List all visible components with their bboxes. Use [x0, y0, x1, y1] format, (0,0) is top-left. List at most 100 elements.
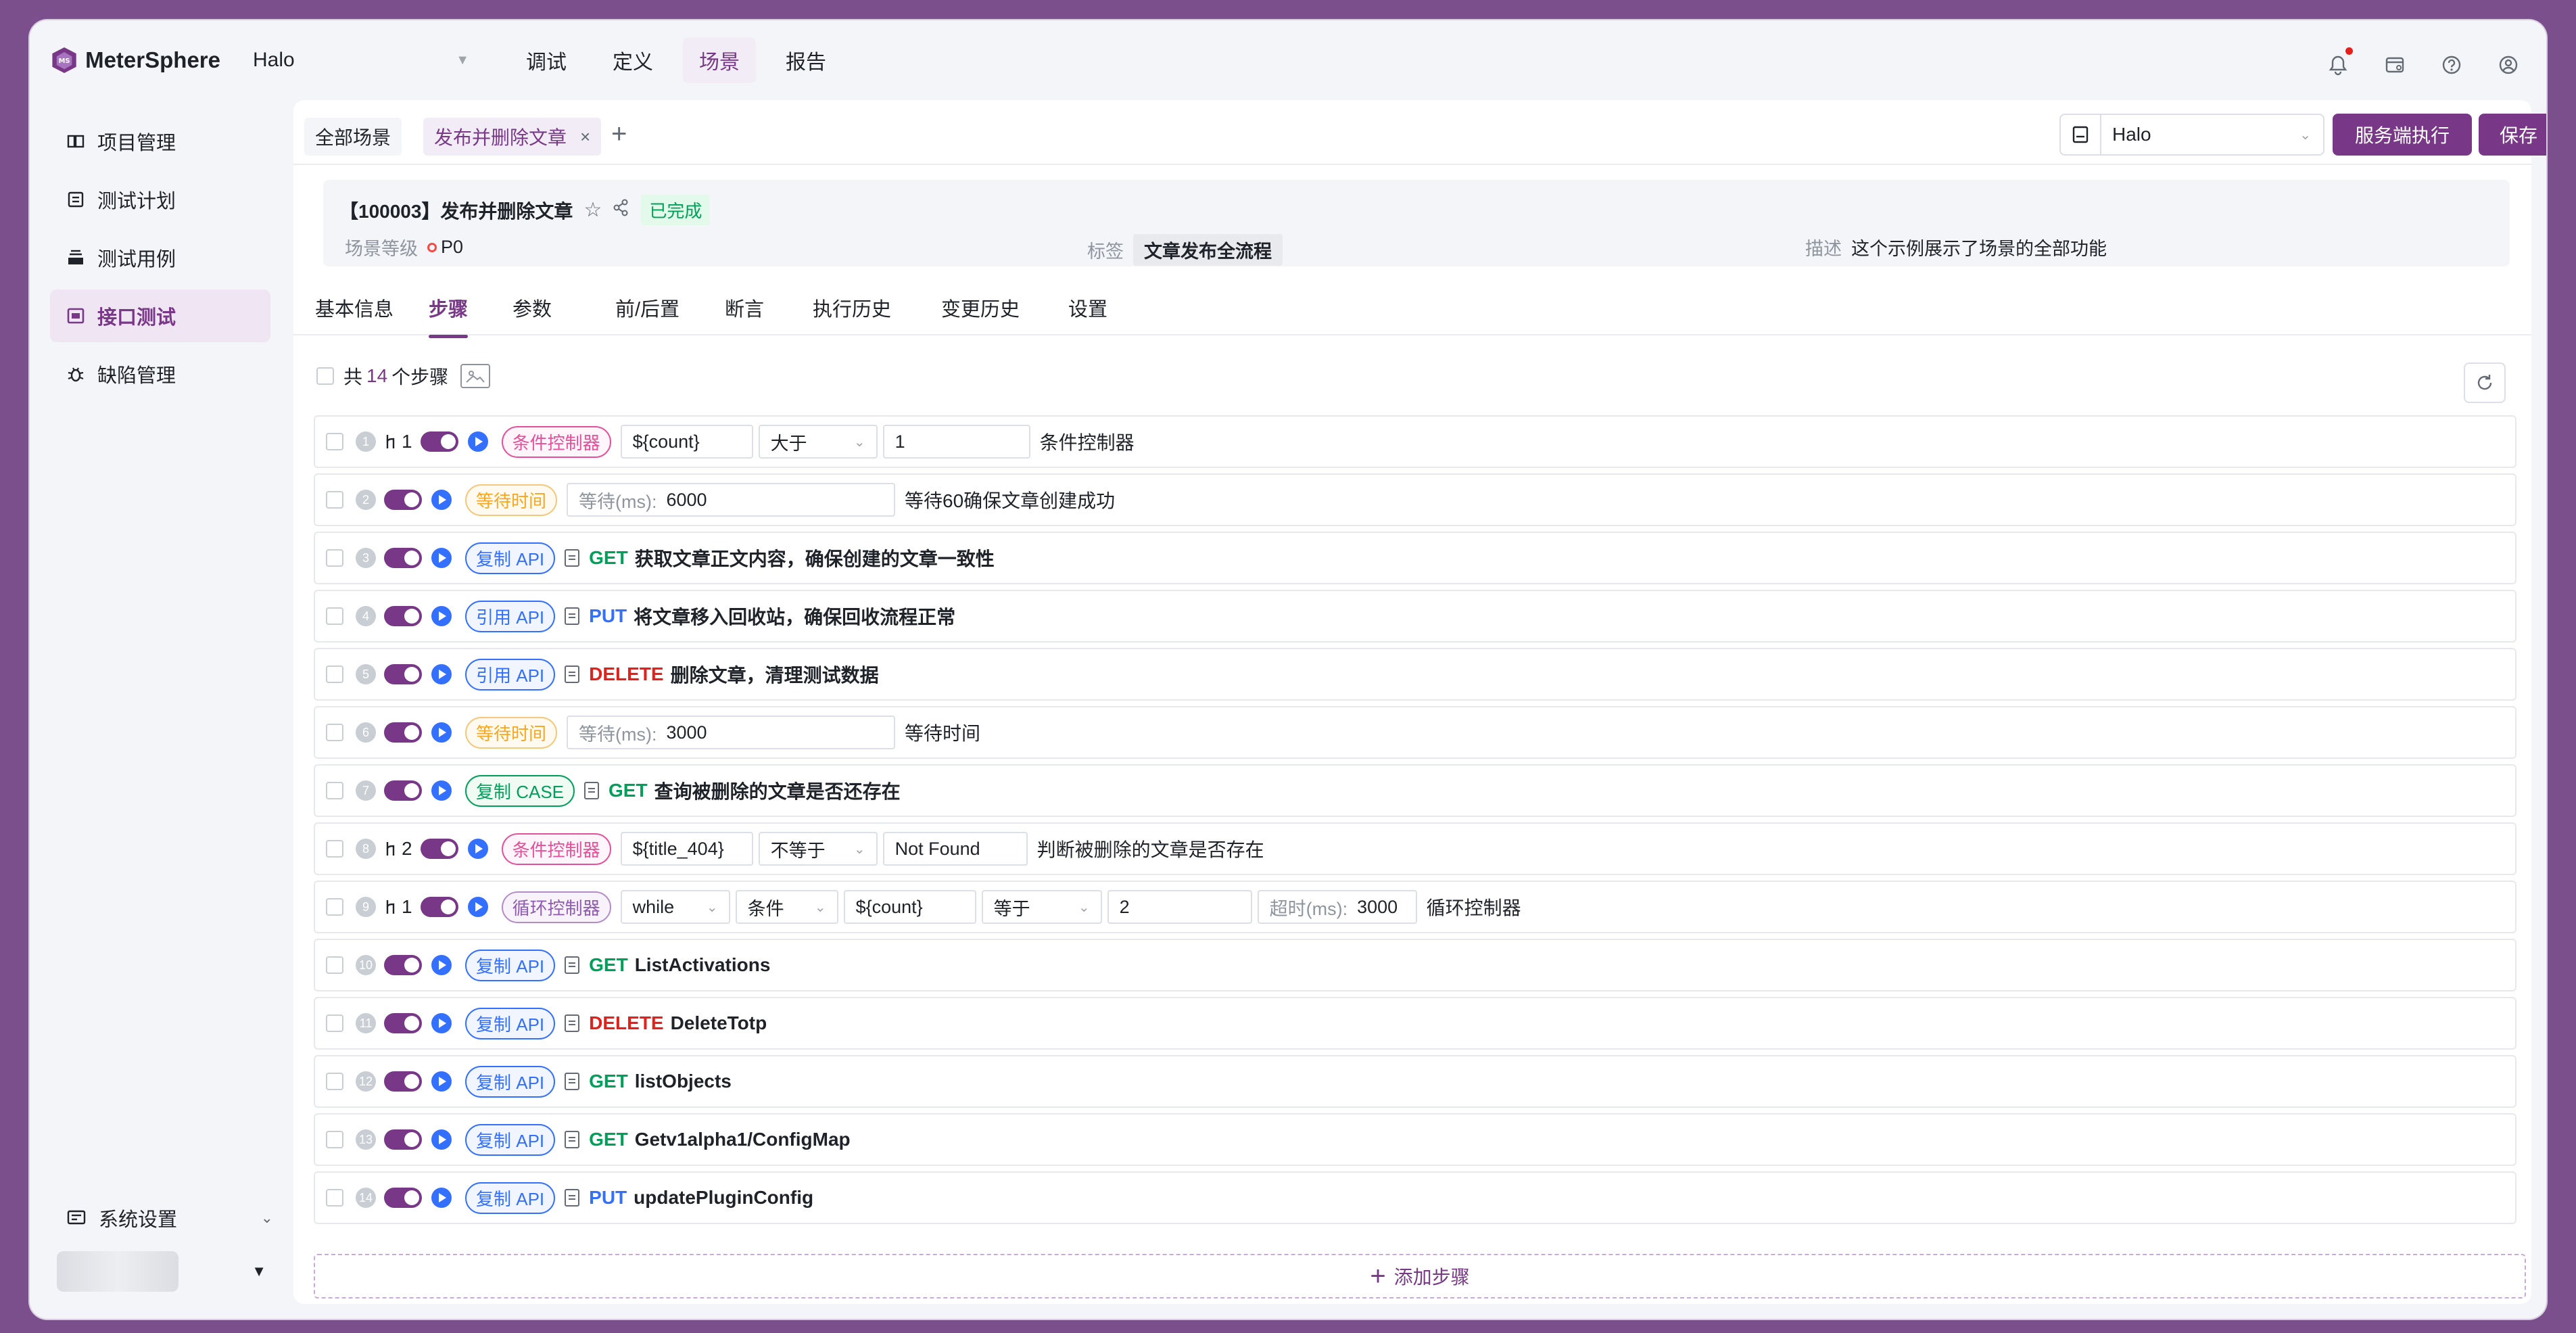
detail-tab[interactable]: 参数	[512, 294, 552, 322]
detail-tab[interactable]: 前/后置	[615, 294, 679, 322]
step-checkbox[interactable]	[326, 956, 343, 974]
detail-tab[interactable]: 步骤	[429, 294, 469, 338]
child-count[interactable]: 2	[384, 838, 412, 860]
step-row[interactable]: 4 引用 API PUT 将文章移入回收站，确保回收流程正常	[314, 590, 2517, 642]
step-row[interactable]: 5 引用 API DELETE 删除文章，清理测试数据	[314, 648, 2517, 701]
variable-input[interactable]: ${title_404}	[620, 832, 753, 866]
enable-toggle[interactable]	[384, 1188, 422, 1208]
step-checkbox[interactable]	[326, 1014, 343, 1032]
sidebar-item[interactable]: 测试用例	[50, 231, 270, 284]
enable-toggle[interactable]	[384, 606, 422, 626]
add-step-button[interactable]: + 添加步骤	[314, 1254, 2526, 1299]
enable-toggle[interactable]	[384, 1129, 422, 1150]
enable-toggle[interactable]	[384, 548, 422, 568]
step-row[interactable]: 8 2 条件控制器 ${title_404} 不等于 ⌄ Not Found 判断被删除的文章…	[314, 822, 2517, 875]
wait-input[interactable]: 等待(ms): 3000	[567, 716, 896, 749]
step-row[interactable]: 10 复制 API GET ListActivations	[314, 939, 2517, 991]
operator-select[interactable]: 不等于 ⌄	[758, 832, 878, 866]
select-all-checkbox[interactable]	[316, 367, 334, 385]
share-icon[interactable]	[613, 199, 629, 222]
top-nav-item[interactable]: 调试	[510, 37, 583, 83]
step-row[interactable]: 12 复制 API GET listObjects	[314, 1055, 2517, 1108]
operator-select[interactable]: 大于 ⌄	[758, 425, 878, 459]
timeout-input[interactable]: 超时(ms): 3000	[1257, 890, 1417, 924]
image-icon[interactable]	[460, 364, 491, 388]
logo[interactable]: MS MeterSphere	[51, 41, 220, 80]
wait-input[interactable]: 等待(ms): 6000	[567, 483, 896, 517]
step-checkbox[interactable]	[326, 724, 343, 741]
star-icon[interactable]: ☆	[583, 198, 602, 222]
step-row[interactable]: 14 复制 API PUT updatePluginConfig	[314, 1171, 2517, 1224]
operator-select[interactable]: 等于 ⌄	[981, 890, 1102, 924]
detail-tab[interactable]: 基本信息	[315, 294, 393, 322]
loop-condition-select[interactable]: 条件 ⌄	[735, 890, 838, 924]
sidebar-item[interactable]: 接口测试	[50, 289, 270, 342]
step-checkbox[interactable]	[326, 1073, 343, 1090]
user-settings-icon[interactable]	[2498, 54, 2519, 76]
detail-tab[interactable]: 执行历史	[813, 294, 891, 322]
step-row[interactable]: 6 等待时间 等待(ms): 3000 等待时间	[314, 706, 2517, 759]
enable-toggle[interactable]	[384, 955, 422, 975]
top-nav-item[interactable]: 定义	[596, 37, 669, 83]
value-input[interactable]: Not Found	[882, 832, 1028, 866]
detail-tab[interactable]: 设置	[1068, 294, 1107, 322]
tab-all-scenes[interactable]: 全部场景	[304, 118, 402, 156]
run-step-icon[interactable]	[431, 722, 452, 743]
step-checkbox[interactable]	[326, 491, 343, 509]
save-button[interactable]: 保存	[2479, 114, 2546, 156]
user-menu[interactable]: ▼	[50, 1251, 273, 1292]
step-row[interactable]: 13 复制 API GET Getv1alpha1/ConfigMap	[314, 1113, 2517, 1166]
sidebar-item[interactable]: 测试计划	[50, 173, 270, 226]
run-step-icon[interactable]	[431, 1188, 452, 1208]
enable-toggle[interactable]	[384, 1013, 422, 1033]
enable-toggle[interactable]	[420, 839, 458, 859]
task-center-icon[interactable]	[2384, 54, 2406, 76]
step-row[interactable]: 3 复制 API GET 获取文章正文内容，确保创建的文章一致性	[314, 532, 2517, 584]
run-step-icon[interactable]	[431, 1129, 452, 1150]
add-tab-icon[interactable]: +	[611, 119, 627, 149]
step-checkbox[interactable]	[326, 665, 343, 683]
run-step-icon[interactable]	[431, 664, 452, 684]
sidebar-item-system-settings[interactable]: 系统设置 ⌄	[50, 1194, 273, 1242]
enable-toggle[interactable]	[384, 664, 422, 684]
detail-tab[interactable]: 断言	[725, 294, 764, 322]
step-row[interactable]: 11 复制 API DELETE DeleteTotp	[314, 997, 2517, 1050]
run-step-icon[interactable]	[431, 780, 452, 801]
step-checkbox[interactable]	[326, 607, 343, 625]
enable-toggle[interactable]	[384, 780, 422, 801]
step-row[interactable]: 2 等待时间 等待(ms): 6000 等待60确保文章创建成功	[314, 473, 2517, 526]
step-checkbox[interactable]	[326, 1131, 343, 1148]
loop-type-select[interactable]: while ⌄	[620, 890, 730, 924]
run-step-icon[interactable]	[431, 548, 452, 568]
step-checkbox[interactable]	[326, 840, 343, 858]
enable-toggle[interactable]	[420, 897, 458, 917]
value-input[interactable]: 2	[1107, 890, 1252, 924]
run-step-icon[interactable]	[431, 955, 452, 975]
step-row[interactable]: 7 复制 CASE GET 查询被删除的文章是否还存在	[314, 764, 2517, 817]
refresh-button[interactable]	[2464, 363, 2506, 403]
variable-input[interactable]: ${count}	[620, 425, 753, 459]
tab-current-scene[interactable]: 发布并删除文章 ×	[423, 118, 602, 156]
detail-tab[interactable]: 变更历史	[941, 294, 1020, 322]
value-input[interactable]: 1	[882, 425, 1030, 459]
step-checkbox[interactable]	[326, 782, 343, 799]
step-checkbox[interactable]	[326, 898, 343, 916]
child-count[interactable]: 1	[384, 431, 412, 452]
server-run-button[interactable]: 服务端执行	[2333, 114, 2472, 156]
child-count[interactable]: 1	[384, 896, 412, 918]
top-nav-item[interactable]: 报告	[769, 37, 842, 83]
close-icon[interactable]: ×	[580, 126, 590, 147]
sidebar-item[interactable]: 项目管理	[50, 115, 270, 168]
sidebar-item[interactable]: 缺陷管理	[50, 348, 270, 400]
step-checkbox[interactable]	[326, 1189, 343, 1207]
enable-toggle[interactable]	[384, 1071, 422, 1092]
help-icon[interactable]	[2441, 54, 2462, 76]
environment-select[interactable]: Halo ⌄	[2059, 114, 2324, 156]
variable-input[interactable]: ${count}	[843, 890, 976, 924]
run-step-icon[interactable]	[431, 1013, 452, 1033]
run-step-icon[interactable]	[431, 490, 452, 510]
enable-toggle[interactable]	[384, 722, 422, 743]
step-checkbox[interactable]	[326, 549, 343, 567]
bell-icon[interactable]	[2327, 47, 2353, 76]
project-select[interactable]: Halo ▼	[253, 49, 469, 72]
